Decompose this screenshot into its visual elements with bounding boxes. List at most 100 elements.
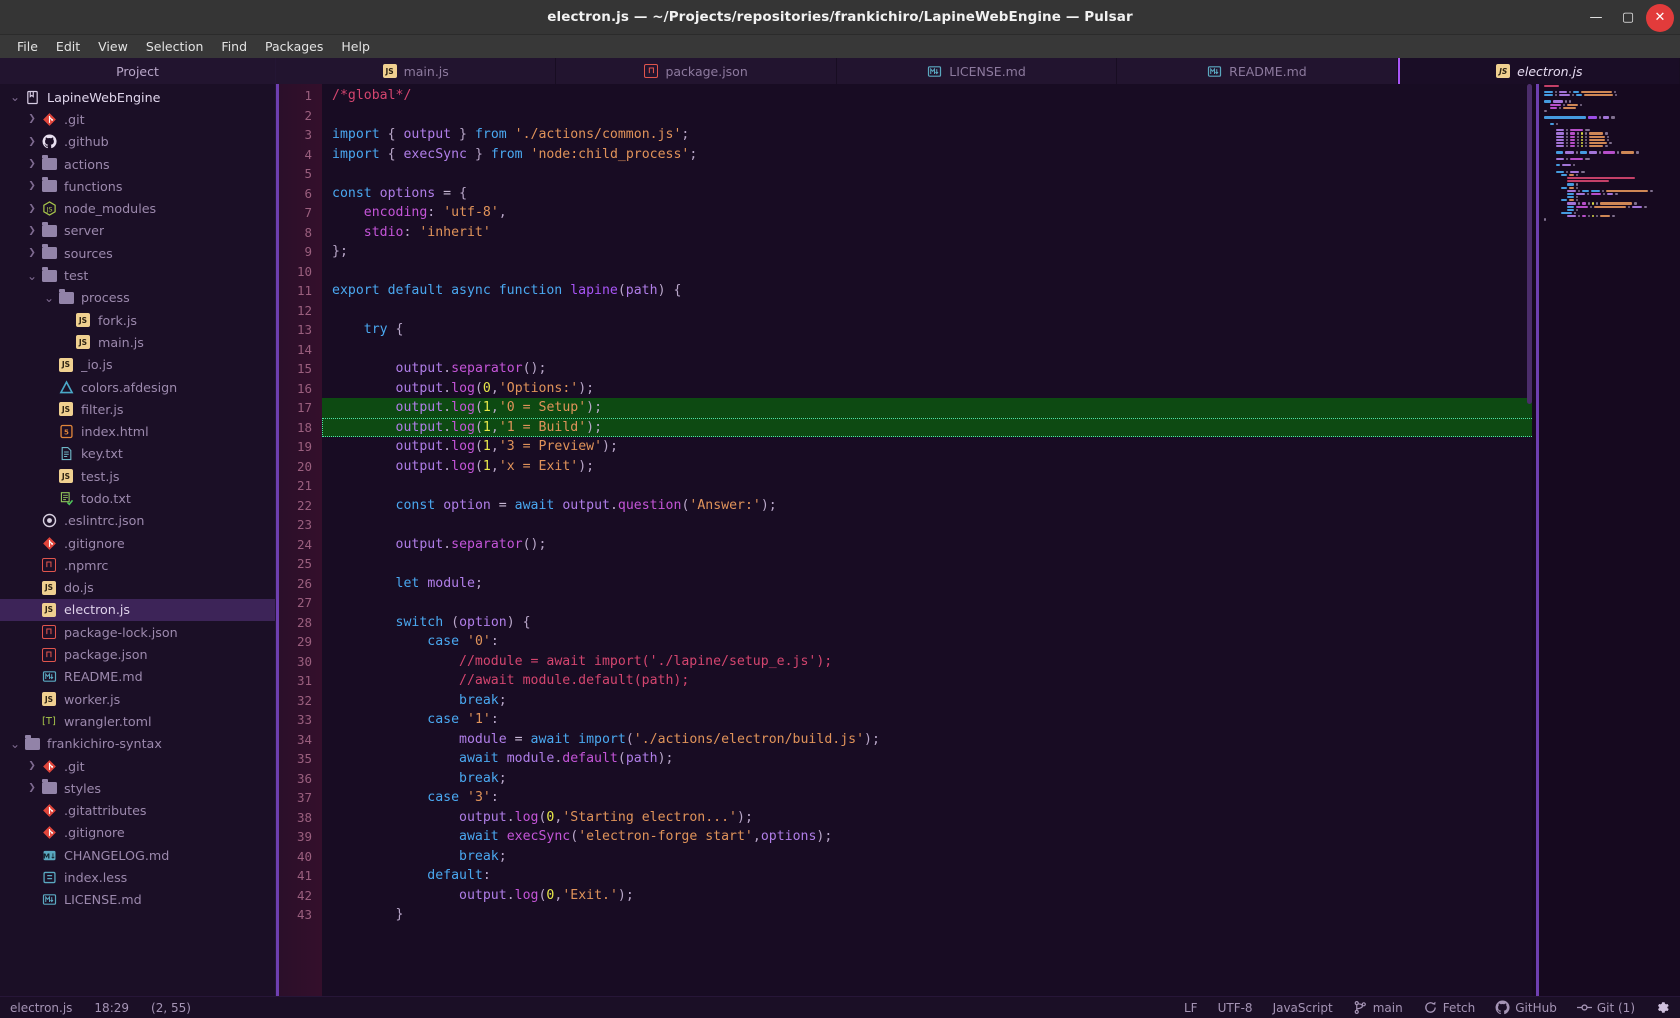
code-line[interactable] [322, 164, 1680, 184]
menu-item-selection[interactable]: Selection [137, 37, 213, 56]
code-line[interactable]: case '0': [322, 632, 1680, 652]
tree-item-lapinewebengine[interactable]: ⌄ LapineWebEngine [0, 86, 275, 108]
code-line[interactable]: const options = { [322, 184, 1680, 204]
chevron-right-icon[interactable]: ❯ [25, 181, 39, 191]
chevron-right-icon[interactable]: ❯ [25, 159, 39, 169]
status-branch[interactable]: main [1353, 1000, 1403, 1015]
code-line[interactable] [322, 476, 1680, 496]
code-line[interactable] [322, 554, 1680, 574]
tree-item-styles[interactable]: ❯ styles [0, 777, 275, 799]
tree-item--gitignore[interactable]: .gitignore [0, 822, 275, 844]
code-line[interactable]: break; [322, 691, 1680, 711]
code-line[interactable]: try { [322, 320, 1680, 340]
tree-item-node-modules[interactable]: ❯ JS node_modules [0, 197, 275, 219]
tab-main-js[interactable]: JS main.js [276, 58, 557, 84]
code-line[interactable]: break; [322, 847, 1680, 867]
chevron-down-icon[interactable]: ⌄ [8, 90, 22, 104]
code-line[interactable]: export default async function lapine(pat… [322, 281, 1680, 301]
code-line[interactable]: case '3': [322, 788, 1680, 808]
minimize-button[interactable]: — [1582, 4, 1610, 32]
settings-button[interactable] [1655, 1000, 1670, 1015]
tab-license-md[interactable]: LICENSE.md [837, 58, 1118, 84]
tree-item-key-txt[interactable]: key.txt [0, 443, 275, 465]
tree-item-functions[interactable]: ❯ functions [0, 175, 275, 197]
chevron-right-icon[interactable]: ❯ [25, 204, 39, 214]
status-git[interactable]: Git (1) [1576, 1000, 1635, 1015]
code-line[interactable]: output.separator(); [322, 535, 1680, 555]
menu-item-find[interactable]: Find [212, 37, 256, 56]
code-line[interactable]: output.log(1,'x = Exit'); [322, 457, 1680, 477]
chevron-right-icon[interactable]: ❯ [25, 783, 39, 793]
tree-item-frankichiro-syntax[interactable]: ⌄ frankichiro-syntax [0, 733, 275, 755]
tree-item-wrangler-toml[interactable]: [T] wrangler.toml [0, 710, 275, 732]
status-encoding[interactable]: UTF-8 [1218, 1001, 1253, 1015]
tree-item-main-js[interactable]: JS main.js [0, 331, 275, 353]
code-area[interactable]: 1 2 3 4 5 6 7 8 9 10 11 12 13 14 15 16 17 18 19 20 21 22 23 24 2… [276, 84, 1680, 996]
code-line[interactable] [322, 593, 1680, 613]
code-line[interactable]: module = await import('./actions/electro… [322, 730, 1680, 750]
code-line[interactable]: default: [322, 866, 1680, 886]
code-line[interactable]: const option = await output.question('An… [322, 496, 1680, 516]
code-line[interactable]: //await module.default(path); [322, 671, 1680, 691]
tree-item-filter-js[interactable]: JS filter.js [0, 398, 275, 420]
code-line[interactable]: break; [322, 769, 1680, 789]
tree-item--gitignore[interactable]: .gitignore [0, 532, 275, 554]
menu-item-file[interactable]: File [8, 37, 47, 56]
menu-item-help[interactable]: Help [332, 37, 379, 56]
code-line[interactable]: import { execSync } from 'node:child_pro… [322, 145, 1680, 165]
code-content[interactable]: /*global*/ import { output } from './acti… [322, 84, 1680, 996]
tree-item-do-js[interactable]: JS do.js [0, 577, 275, 599]
status-github[interactable]: GitHub [1495, 1000, 1557, 1015]
tree-item-process[interactable]: ⌄ process [0, 287, 275, 309]
menu-item-packages[interactable]: Packages [256, 37, 332, 56]
code-line[interactable]: import { output } from './actions/common… [322, 125, 1680, 145]
tree-item-index-html[interactable]: 5 index.html [0, 420, 275, 442]
chevron-right-icon[interactable]: ❯ [25, 114, 39, 124]
tree-item--github[interactable]: ❯ .github [0, 131, 275, 153]
code-line[interactable]: switch (option) { [322, 613, 1680, 633]
tree-item-electron-js[interactable]: JS electron.js [0, 598, 275, 622]
tree-item-server[interactable]: ❯ server [0, 220, 275, 242]
code-line[interactable]: case '1': [322, 710, 1680, 730]
code-line[interactable]: output.log(0,'Options:'); [322, 379, 1680, 399]
code-line[interactable] [322, 340, 1680, 360]
tree-item--io-js[interactable]: JS _io.js [0, 354, 275, 376]
chevron-down-icon[interactable]: ⌄ [25, 269, 39, 283]
chevron-right-icon[interactable]: ❯ [25, 761, 39, 771]
code-line[interactable] [322, 106, 1680, 126]
tree-item-changelog-md[interactable]: M↓ CHANGELOG.md [0, 844, 275, 866]
tree-item-actions[interactable]: ❯ actions [0, 153, 275, 175]
tree-item-index-less[interactable]: index.less [0, 866, 275, 888]
tree-item-colors-afdesign[interactable]: colors.afdesign [0, 376, 275, 398]
tree-item-fork-js[interactable]: JS fork.js [0, 309, 275, 331]
code-line[interactable]: output.log(0,'Exit.'); [322, 886, 1680, 906]
status-filename[interactable]: electron.js [10, 1001, 72, 1015]
file-tree[interactable]: ⌄ LapineWebEngine ❯ .git ❯ .github ❯ actions ❯ fu… [0, 84, 275, 996]
tree-item-package-lock-json[interactable]: ⊓ package-lock.json [0, 621, 275, 643]
code-line[interactable]: }; [322, 242, 1680, 262]
menu-item-edit[interactable]: Edit [47, 37, 89, 56]
tree-item-readme-md[interactable]: README.md [0, 666, 275, 688]
code-line[interactable]: output.separator(); [322, 359, 1680, 379]
code-line[interactable]: stdio: 'inherit' [322, 223, 1680, 243]
code-line[interactable]: /*global*/ [322, 86, 1680, 106]
code-line[interactable]: output.log(1,'0 = Setup'); [322, 398, 1680, 418]
maximize-button[interactable]: ▢ [1614, 4, 1642, 32]
code-line[interactable]: output.log(0,'Starting electron...'); [322, 808, 1680, 828]
status-fetch[interactable]: Fetch [1423, 1000, 1475, 1015]
tree-item--git[interactable]: ❯ .git [0, 755, 275, 777]
tree-item--git[interactable]: ❯ .git [0, 108, 275, 130]
menu-item-view[interactable]: View [89, 37, 137, 56]
tree-item-package-json[interactable]: ⊓ package.json [0, 643, 275, 665]
code-line[interactable]: encoding: 'utf-8', [322, 203, 1680, 223]
tree-item-sources[interactable]: ❯ sources [0, 242, 275, 264]
code-line[interactable]: let module; [322, 574, 1680, 594]
tree-item-license-md[interactable]: LICENSE.md [0, 889, 275, 911]
code-line[interactable]: } [322, 905, 1680, 925]
code-line[interactable] [322, 515, 1680, 535]
code-line[interactable] [322, 262, 1680, 282]
code-line[interactable]: await execSync('electron-forge start',op… [322, 827, 1680, 847]
chevron-down-icon[interactable]: ⌄ [8, 737, 22, 751]
status-time[interactable]: 18:29 [94, 1001, 129, 1015]
status-cursor-position[interactable]: (2, 55) [151, 1001, 191, 1015]
